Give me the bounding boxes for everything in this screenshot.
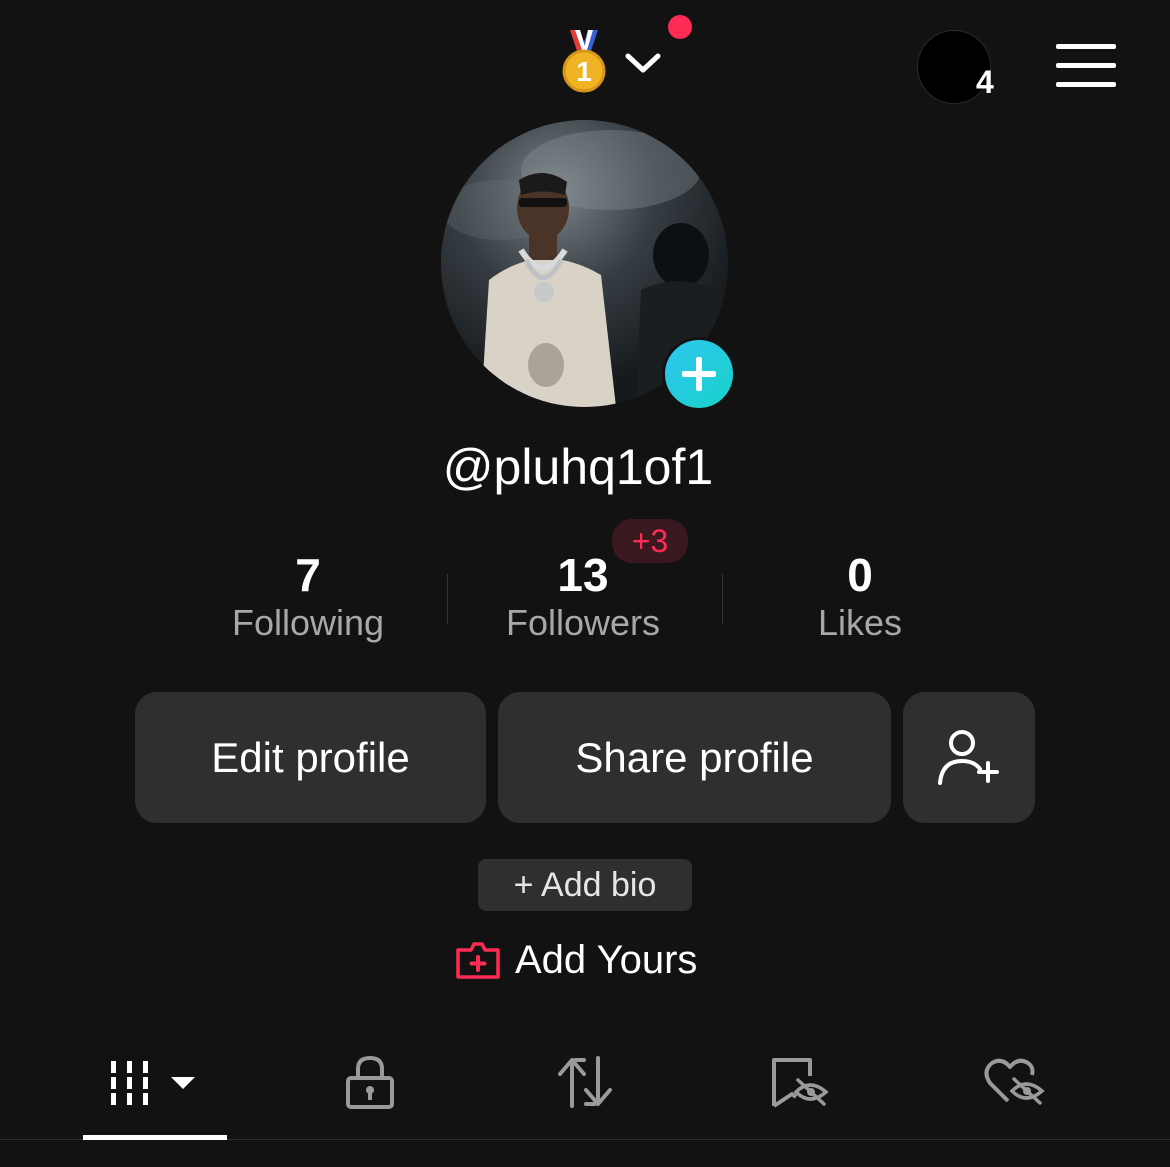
- add-friend-icon: [938, 729, 999, 785]
- following-stat[interactable]: 7 Following: [158, 548, 458, 644]
- first-place-medal-icon[interactable]: 1: [558, 28, 610, 94]
- likes-stat[interactable]: 0 Likes: [710, 548, 1010, 644]
- notification-count-badge: 4: [976, 64, 994, 100]
- followers-label: Followers: [505, 602, 661, 643]
- tab-private[interactable]: [320, 1052, 420, 1112]
- add-photo-button[interactable]: [662, 337, 736, 411]
- add-yours-button[interactable]: Add Yours: [455, 934, 697, 986]
- tab-reposts[interactable]: [535, 1052, 635, 1112]
- svg-text:1: 1: [576, 56, 592, 87]
- hamburger-menu-icon[interactable]: [1056, 44, 1116, 88]
- heart-hidden-icon: [984, 1058, 1045, 1105]
- lock-icon: [346, 1055, 394, 1109]
- grid-dropdown-icon: [111, 1061, 195, 1105]
- repost-icon: [558, 1056, 612, 1108]
- share-profile-button[interactable]: Share profile: [498, 692, 891, 823]
- notification-dot: [668, 15, 692, 39]
- bookmark-hidden-icon: [772, 1058, 829, 1108]
- likes-count: 0: [847, 549, 873, 601]
- tab-liked[interactable]: [965, 1052, 1065, 1112]
- add-friend-button[interactable]: [903, 692, 1035, 823]
- username: @pluhq1of1: [442, 439, 714, 495]
- add-bio-button[interactable]: + Add bio: [478, 859, 692, 911]
- add-yours-icon: [456, 942, 500, 979]
- active-tab-indicator: [83, 1135, 227, 1140]
- tab-videos[interactable]: [83, 1052, 227, 1112]
- new-followers-badge: +3: [612, 519, 688, 563]
- chevron-down-icon[interactable]: [624, 48, 662, 78]
- edit-profile-button[interactable]: Edit profile: [135, 692, 486, 823]
- followers-stat[interactable]: 13 Followers: [433, 548, 733, 644]
- following-count: 7: [295, 549, 321, 601]
- followers-count: 13: [557, 549, 609, 601]
- plus-icon: [682, 357, 716, 391]
- add-yours-label: Add Yours: [515, 937, 698, 982]
- tab-favorites[interactable]: [750, 1052, 850, 1112]
- likes-label: Likes: [817, 602, 903, 643]
- following-label: Following: [231, 602, 385, 643]
